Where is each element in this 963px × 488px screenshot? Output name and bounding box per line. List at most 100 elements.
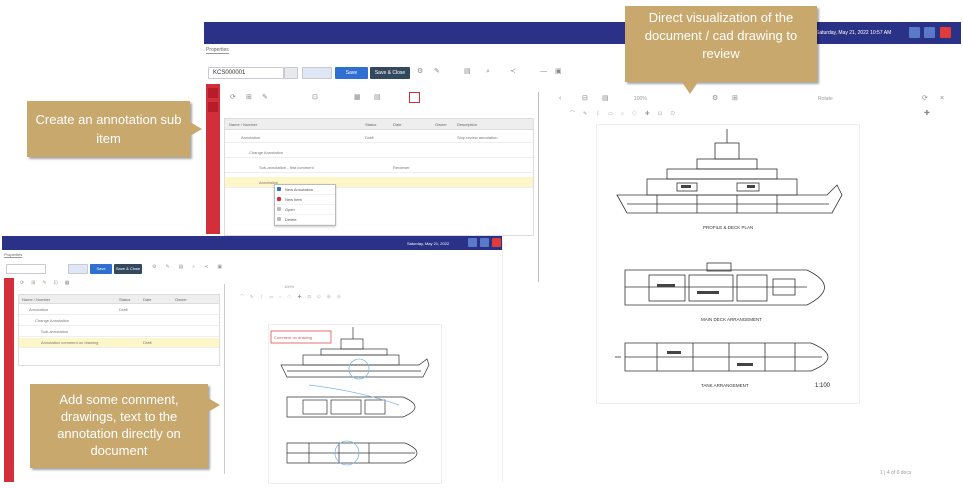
markup-toolbar[interactable]: ⌒✎⌇▭○◇✚⊡⊙ bbox=[570, 110, 683, 117]
table-header: Name / Number Status Date Owner Descript… bbox=[225, 119, 533, 130]
row-name: Annotation comment on drawing bbox=[41, 340, 99, 345]
document-id-field[interactable] bbox=[6, 264, 46, 274]
redline-note: Comment on drawing bbox=[274, 335, 312, 340]
column-header[interactable]: Name / Number bbox=[22, 297, 50, 302]
column-header[interactable]: Owner bbox=[175, 297, 187, 302]
side-panel-strip bbox=[4, 278, 14, 482]
row-owner: Reviewer bbox=[393, 165, 410, 170]
refresh-icon[interactable]: ⟳ bbox=[922, 95, 928, 103]
callout-pointer bbox=[208, 398, 220, 412]
row-name: Sub-annotation bbox=[41, 329, 69, 334]
ship-drawing-redlined: Comment on drawing bbox=[270, 327, 430, 466]
maximize-icon[interactable] bbox=[924, 27, 935, 38]
column-header[interactable]: Name / Number bbox=[229, 122, 257, 127]
row-status: Draft bbox=[143, 340, 152, 345]
share-icon[interactable]: ⊞ bbox=[732, 95, 738, 103]
row-name: Change Annotation bbox=[35, 318, 70, 323]
ship-drawing: PROFILE & DECK PLAN MAIN DECK ARRANGEMEN… bbox=[615, 129, 843, 389]
settings-icon[interactable]: ⚙ bbox=[712, 95, 718, 103]
chevron-down-icon[interactable] bbox=[284, 67, 298, 79]
pen-icon[interactable]: ✚ bbox=[924, 110, 930, 118]
annotation-table: Name / Number Status Date Owner Descript… bbox=[224, 118, 534, 236]
table-row[interactable]: Annotation Draft bbox=[19, 305, 219, 315]
callout-pointer bbox=[190, 122, 202, 136]
callout-create-subitem: Create an annotation sub item bbox=[27, 101, 190, 157]
sidebar-item-files[interactable] bbox=[208, 102, 218, 112]
toolbar-icons[interactable]: ⚙✎▤⌕≺▣ bbox=[152, 264, 231, 270]
save-button[interactable]: Save bbox=[90, 264, 112, 274]
maximize-icon[interactable] bbox=[480, 238, 489, 247]
zoom-icon[interactable]: ⊟ bbox=[582, 95, 588, 103]
row-name: Sub-annotation - first comment bbox=[259, 165, 314, 170]
chevron-down-icon[interactable]: ‹ bbox=[559, 95, 561, 103]
maximize-icon[interactable]: ▣ bbox=[555, 68, 562, 76]
settings-icon[interactable]: ⚙ bbox=[417, 68, 423, 76]
close-icon[interactable] bbox=[409, 92, 420, 103]
table-row[interactable]: Change Annotation bbox=[19, 316, 219, 326]
zoom-icon[interactable]: ⊡ bbox=[312, 94, 318, 102]
column-header[interactable]: Status bbox=[119, 297, 130, 302]
menu-item-new-item[interactable]: New Item bbox=[275, 195, 335, 205]
zoom-level[interactable]: 100% bbox=[634, 96, 647, 106]
markup-toolbar[interactable]: ⌒✎⌇▭○◇✚⊡⊙⊕⊖ bbox=[240, 294, 347, 300]
minimize-icon[interactable] bbox=[909, 27, 920, 38]
column-header[interactable]: Date bbox=[393, 122, 401, 127]
context-menu: New Annotation New Item Open Delete bbox=[274, 184, 336, 226]
table-row[interactable]: Annotation Draft Ship review annotation bbox=[225, 132, 533, 143]
close-icon[interactable] bbox=[940, 27, 951, 38]
pen-icon[interactable]: ✎ bbox=[434, 68, 440, 76]
table-row[interactable]: Sub-annotation bbox=[19, 327, 219, 337]
refresh-icon[interactable] bbox=[68, 264, 88, 274]
minimize-icon[interactable]: — bbox=[540, 68, 547, 76]
page-footer: 1 | 4 of 6 docs bbox=[880, 470, 912, 476]
zoom-icon[interactable]: ⌕ bbox=[486, 68, 490, 76]
print-icon[interactable]: ▤ bbox=[464, 68, 471, 76]
tab-properties[interactable]: Properties bbox=[4, 252, 23, 258]
viewer-label[interactable]: Rotate bbox=[818, 96, 833, 106]
row-name: Annotation bbox=[29, 307, 49, 312]
save-close-button[interactable]: Save & Close bbox=[370, 67, 410, 79]
refresh-icon[interactable]: ⊞ bbox=[246, 94, 252, 102]
table-row-selected[interactable]: Annotation bbox=[225, 177, 533, 188]
column-header[interactable]: Owner bbox=[435, 122, 447, 127]
print-icon[interactable]: ▦ bbox=[354, 94, 361, 102]
minimize-icon[interactable] bbox=[468, 238, 477, 247]
settings-icon[interactable]: ⟳ bbox=[230, 94, 236, 102]
column-header[interactable]: Date bbox=[143, 297, 151, 302]
menu-item-open[interactable]: Open bbox=[275, 205, 335, 215]
close-icon[interactable]: × bbox=[940, 95, 944, 103]
cad-drawing-page[interactable]: PROFILE & DECK PLAN MAIN DECK ARRANGEMEN… bbox=[596, 124, 860, 404]
table-row-selected[interactable]: Annotation comment on drawing Draft bbox=[19, 338, 219, 348]
callout-visualization: Direct visualization of the document / c… bbox=[625, 6, 817, 82]
tab-properties[interactable]: Properties bbox=[206, 47, 229, 54]
cad-drawing-page[interactable]: Comment on drawing bbox=[268, 324, 442, 484]
row-name: Change Annotation bbox=[249, 150, 284, 155]
row-description: Ship review annotation bbox=[457, 135, 498, 140]
document-id-field[interactable]: KCS000001 bbox=[208, 67, 284, 79]
table-row[interactable]: Sub-annotation - first comment Reviewer bbox=[225, 162, 533, 173]
close-icon[interactable] bbox=[492, 238, 501, 247]
refresh-icon[interactable] bbox=[302, 67, 332, 79]
menu-item-delete[interactable]: Delete bbox=[275, 215, 335, 225]
row-status: Draft bbox=[365, 135, 374, 140]
column-header[interactable]: Status bbox=[365, 122, 376, 127]
share-icon[interactable]: ≺ bbox=[510, 68, 516, 76]
title-bar: Saturday, May 21, 2022 10:57 AM bbox=[204, 22, 961, 44]
title-bar-text: Saturday, May 21, 2022 10:57 AM bbox=[816, 30, 892, 36]
menu-item-new-annotation[interactable]: New Annotation bbox=[275, 185, 335, 195]
column-header[interactable]: Description bbox=[457, 122, 477, 127]
share-icon[interactable]: ▤ bbox=[374, 94, 381, 102]
sidebar-item-annotations[interactable] bbox=[208, 88, 218, 98]
pen-icon[interactable]: ✎ bbox=[262, 94, 268, 102]
save-close-button[interactable]: Save & Close bbox=[114, 264, 142, 274]
annotation-toolbar[interactable]: ⟳⊞✎⊡▦ bbox=[20, 280, 76, 286]
panel-splitter[interactable] bbox=[538, 92, 539, 282]
panel-splitter[interactable] bbox=[224, 284, 225, 474]
callout-add-comment: Add some comment, drawings, text to the … bbox=[30, 384, 208, 468]
save-button[interactable]: Save bbox=[335, 67, 368, 79]
drawing-caption: TANK ARRANGEMENT bbox=[701, 383, 749, 388]
print-icon[interactable]: ▤ bbox=[602, 95, 609, 103]
table-row[interactable]: Change Annotation bbox=[225, 147, 533, 158]
row-name: Annotation bbox=[241, 135, 261, 140]
zoom-level[interactable]: 100% bbox=[284, 284, 294, 294]
